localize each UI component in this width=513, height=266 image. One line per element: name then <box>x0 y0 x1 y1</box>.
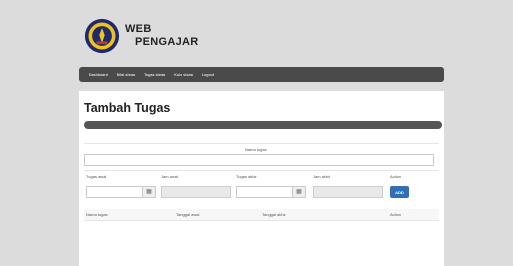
tasks-table-header: Nama tugas Tanggal awal Tanggal akhir Ac… <box>84 209 439 221</box>
nama-tugas-field[interactable] <box>84 154 434 172</box>
nav-dashboard[interactable]: Dashboard <box>89 73 108 77</box>
brand: WEB PENGAJAR <box>84 18 199 54</box>
divider <box>84 143 439 144</box>
progress-bar <box>84 121 442 129</box>
page-title: Tambah Tugas <box>84 101 171 115</box>
brand-name-line1: WEB <box>125 23 152 35</box>
nav-nilai-siswa[interactable]: Nilai siswa <box>117 73 135 77</box>
jam-awal-field[interactable] <box>161 186 231 198</box>
jam-akhir-field[interactable] <box>313 186 383 198</box>
nama-tugas-label: Nama tugas <box>245 147 267 152</box>
nav-tugas-siswa[interactable]: Tugas siswa <box>144 73 165 77</box>
tugas-awal-date-field[interactable] <box>86 186 143 204</box>
add-button[interactable]: ADD <box>390 186 409 198</box>
brand-name-line2: PENGAJAR <box>135 36 199 48</box>
action-label: Action <box>390 174 402 179</box>
jam-akhir-label: Jam akhir <box>313 174 331 179</box>
column-tanggal-awal: Tanggal awal <box>176 212 200 217</box>
nav-logout[interactable]: Logout <box>202 73 214 77</box>
tugas-akhir-label: Tugas akhir <box>236 174 257 179</box>
column-action: Action <box>390 212 402 217</box>
column-tanggal-akhir: Tanggal akhir <box>262 212 286 217</box>
jam-awal-label: Jam awal <box>161 174 178 179</box>
column-nama-tugas: Nama tugas <box>86 212 108 217</box>
main-navbar: Dashboard Nilai siswa Tugas siswa Kuis s… <box>79 67 444 82</box>
tugas-awal-label: Tugas awal <box>86 174 107 179</box>
calendar-icon[interactable]: ▦ <box>292 186 306 198</box>
nav-kuis-siswa[interactable]: Kuis siswa <box>174 73 193 77</box>
tugas-akhir-date-field[interactable] <box>236 186 293 204</box>
university-logo-icon <box>84 18 120 54</box>
main-panel: Tambah Tugas Nama tugas Tugas awal Jam a… <box>79 91 444 266</box>
divider <box>84 170 439 171</box>
calendar-icon[interactable]: ▦ <box>142 186 156 198</box>
